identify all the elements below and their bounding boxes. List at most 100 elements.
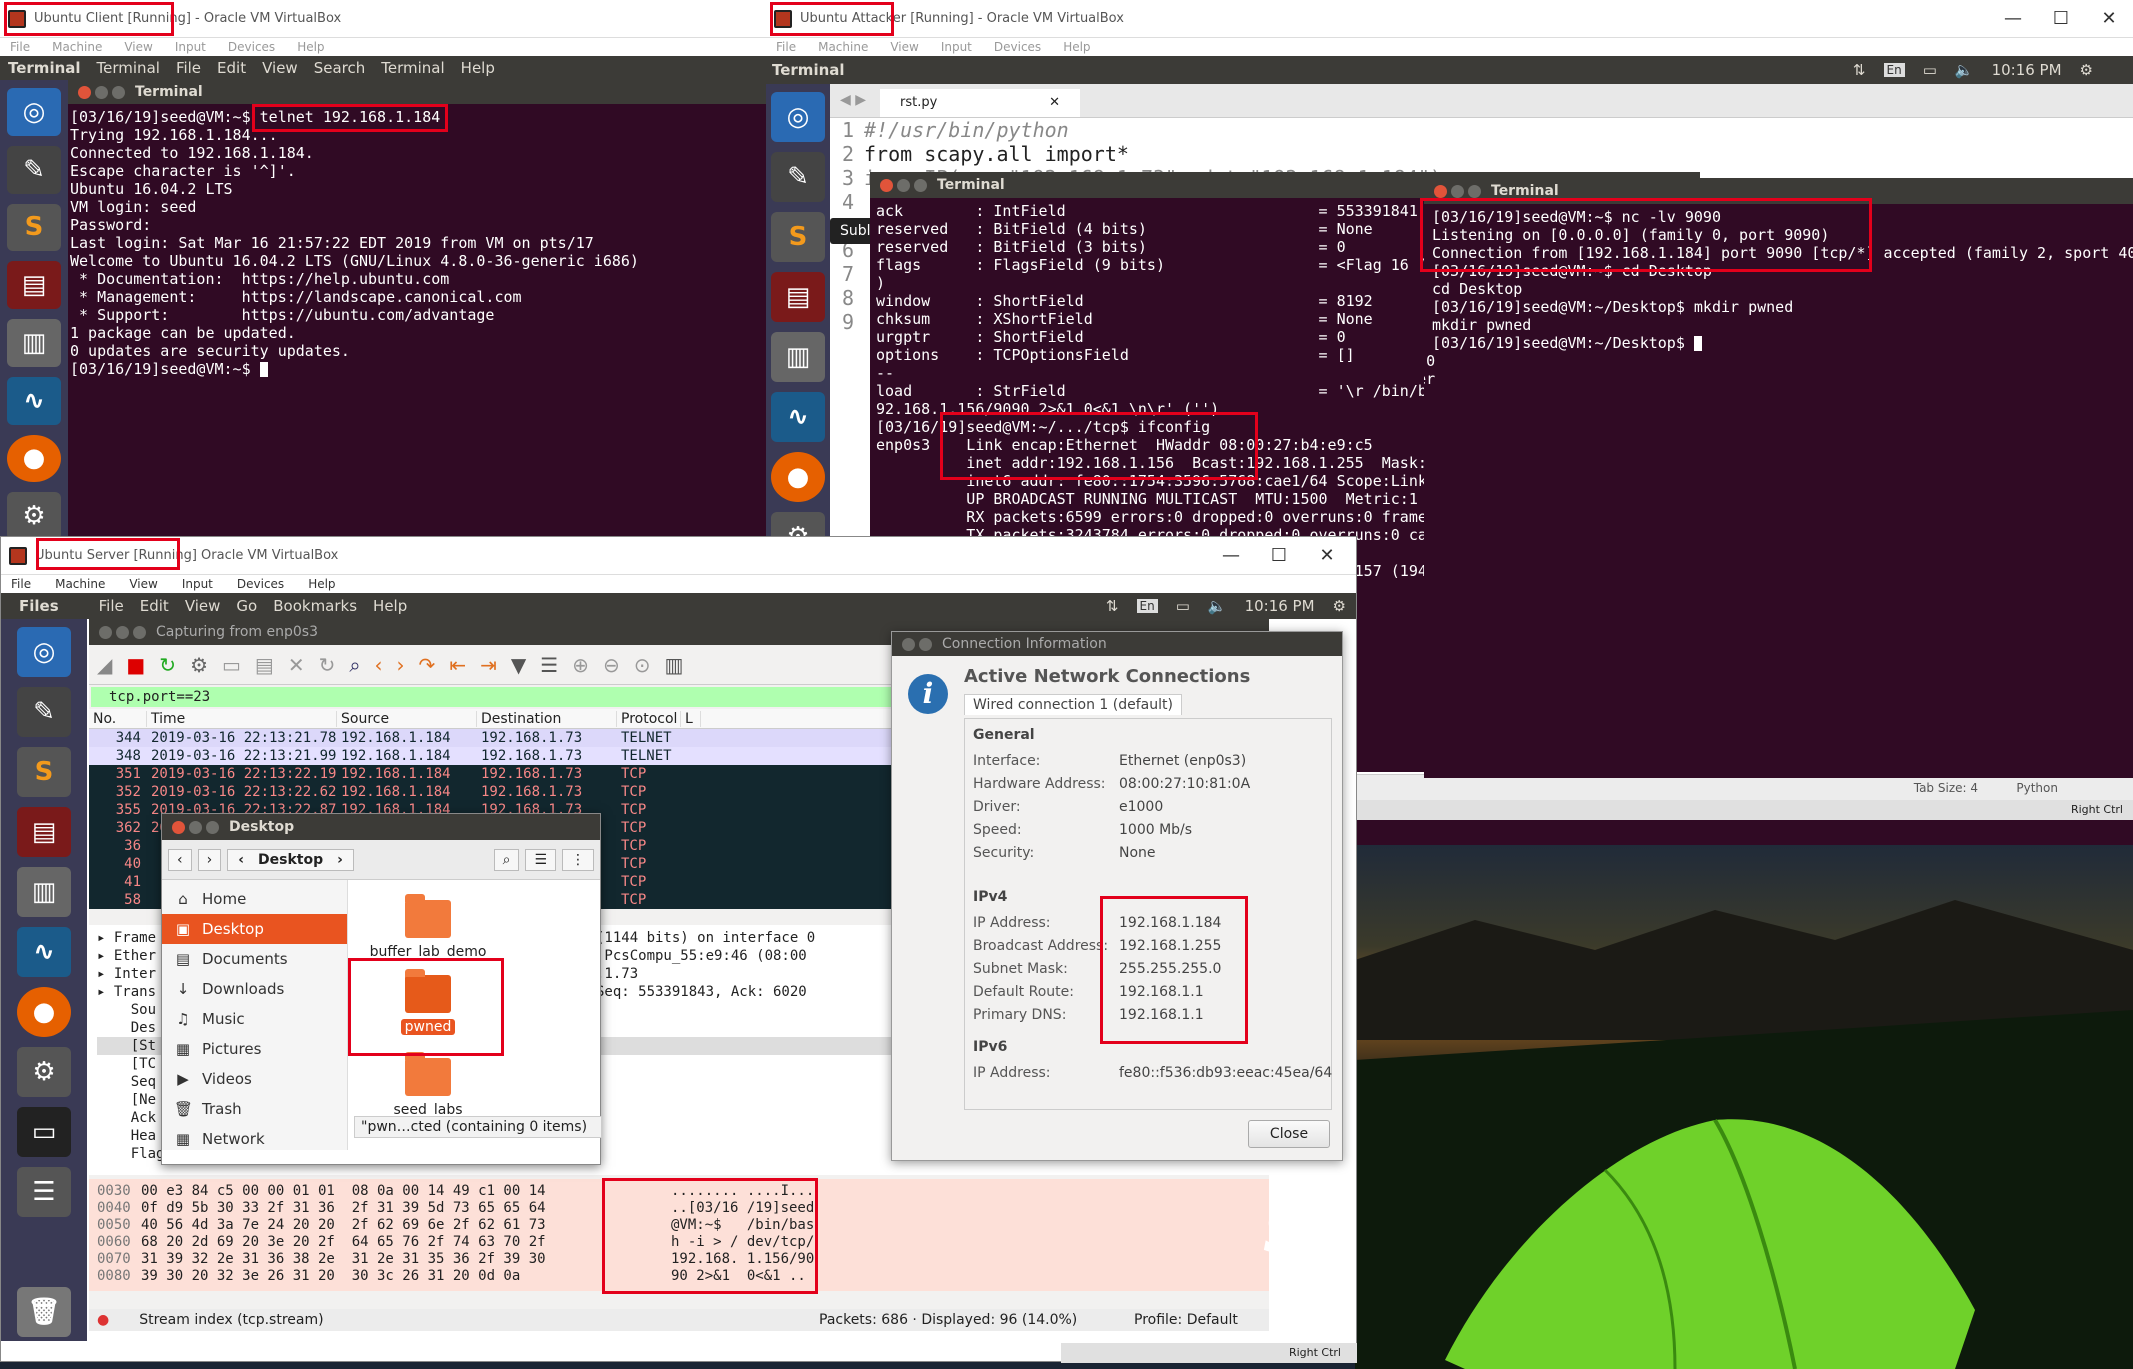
firefox-icon[interactable]: ● [17,987,71,1037]
normal-size-icon[interactable]: ⊙ [634,653,651,677]
files-icon[interactable]: ▥ [7,319,61,367]
column-header[interactable]: Time [147,710,337,727]
terminal-red-icon[interactable]: ▤ [17,807,71,857]
hex-row[interactable]: 0050 40 56 4d 3a 7e 24 20 20 2f 62 69 6e … [97,1217,1269,1234]
folder-seed-labs[interactable]: seed_labs [368,1052,488,1118]
folder-buffer-lab-demo[interactable]: buffer_lab_demo [368,894,488,960]
wifi-icon[interactable]: ☰ [17,1167,71,1217]
open-icon[interactable]: ▭ [222,653,241,677]
keyboard-indicator[interactable]: En [1136,599,1158,613]
files-icon[interactable]: ▥ [771,332,825,382]
panel-clock[interactable]: 10:16 PM [1992,61,2062,79]
expert-info-icon[interactable]: ● [97,1312,109,1328]
tab-size-status[interactable]: Tab Size: 4 [1914,781,1978,795]
terminal-output[interactable]: [03/16/19]seed@VM:~$ telnet 192.168.1.18… [68,104,766,540]
first-packet-icon[interactable]: ⇤ [449,653,466,677]
maximize-icon[interactable] [1468,184,1481,198]
panel-menu-file[interactable]: File [176,59,201,77]
sublime-text-icon[interactable]: S [771,212,825,262]
settings-icon[interactable]: ⚙ [17,1047,71,1097]
maximize-icon[interactable] [914,178,927,192]
sidebar-item-videos[interactable]: ▶ Videos [162,1064,347,1094]
firefox-icon[interactable]: ● [7,434,61,483]
column-header[interactable]: L [681,710,701,727]
folder-pwned[interactable]: pwned [368,969,488,1035]
maximize-button[interactable]: ☐ [2037,0,2085,38]
close-icon[interactable] [880,178,893,192]
sidebar-item-network[interactable]: ▦ Network [162,1124,347,1154]
menu-file[interactable]: File [10,40,30,54]
go-back-icon[interactable]: ‹ [375,653,383,677]
dash-icon[interactable]: ◎ [771,92,825,142]
network-icon[interactable]: ⇅ [1853,61,1866,79]
volume-icon[interactable]: 🔈 [1208,597,1227,615]
panel-clock[interactable]: 10:16 PM [1245,597,1315,615]
tab-wired-connection[interactable]: Wired connection 1 (default) [964,694,1182,715]
minimize-button[interactable]: — [1989,0,2037,38]
go-forward-icon[interactable]: › [397,653,405,677]
hex-row[interactable]: 0080 39 30 20 32 3e 26 31 20 30 3c 26 31 … [97,1268,1269,1285]
packet-bytes[interactable]: 0030 00 e3 84 c5 00 00 01 01 08 0a 00 14 … [89,1179,1269,1291]
minimize-icon[interactable] [189,820,202,834]
back-button[interactable]: ‹ [168,848,192,871]
battery-icon[interactable]: ▭ [1923,61,1937,79]
panel-menu-file[interactable]: File [99,597,124,615]
menu-devices[interactable]: Devices [228,40,275,54]
last-packet-icon[interactable]: ⇥ [480,653,497,677]
tab-rst-py[interactable]: rst.py ✕ [880,89,1080,117]
gear-icon[interactable]: ⚙ [2080,61,2093,79]
column-header[interactable]: Protocol [617,710,681,727]
panel-menu-search[interactable]: Search [314,59,366,77]
menu-machine[interactable]: Machine [818,40,868,54]
tab-nav-icon[interactable]: ◀ ▶ [840,92,866,108]
syntax-status[interactable]: Python [2016,781,2058,795]
hex-row[interactable]: 0040 0f d9 5b 30 33 2f 31 36 2f 31 39 5d … [97,1200,1269,1217]
sublime-text-icon[interactable]: S [7,203,61,252]
close-button[interactable]: ✕ [1303,537,1351,575]
sidebar-item-music[interactable]: ♫ Music [162,1004,347,1034]
menu-input[interactable]: Input [182,577,213,591]
keyboard-indicator[interactable]: En [1883,63,1905,77]
stop-capture-icon[interactable]: ■ [126,653,145,677]
terminal-output[interactable]: [03/16/19]seed@VM:~$ nc -lv 9090 Listenin… [1424,204,2133,778]
autoscroll-icon[interactable]: ▼ [511,653,526,677]
panel-menu-help[interactable]: Help [461,59,495,77]
menu-view[interactable]: View [890,40,918,54]
restart-capture-icon[interactable]: ↻ [159,653,176,677]
find-icon[interactable]: ⌕ [349,653,360,677]
text-editor-icon[interactable]: ✎ [7,145,61,194]
minimize-icon[interactable] [116,625,129,639]
minimize-icon[interactable] [95,85,108,99]
terminal-red-icon[interactable]: ▤ [771,272,825,322]
status-profile[interactable]: Profile: Default [1134,1312,1238,1328]
path-left-arrow-icon[interactable]: ‹ [238,852,244,868]
panel-menu-help[interactable]: Help [373,597,407,615]
close-icon[interactable] [902,637,915,651]
resize-columns-icon[interactable]: ▥ [664,653,683,677]
sidebar-item-desktop[interactable]: ▣ Desktop [162,914,347,944]
dash-icon[interactable]: ◎ [7,88,61,136]
grid-view-icon[interactable]: ⋮ [562,848,594,871]
list-view-icon[interactable]: ☰ [525,848,556,871]
sidebar-item-documents[interactable]: ▤ Documents [162,944,347,974]
menu-view[interactable]: View [129,577,157,591]
panel-menu-view[interactable]: View [262,59,298,77]
menu-machine[interactable]: Machine [55,577,105,591]
minimize-icon[interactable] [897,178,910,192]
text-editor-icon[interactable]: ✎ [17,687,71,737]
code-line[interactable]: 2 from scapy.all import* [830,142,1442,166]
forward-button[interactable]: › [197,848,222,871]
panel-menu-terminal2[interactable]: Terminal [381,59,444,77]
menu-input[interactable]: Input [941,40,972,54]
search-icon[interactable]: ⌕ [493,848,520,871]
hex-row[interactable]: 0060 68 20 2d 69 20 3e 20 2f 64 65 76 2f … [97,1234,1269,1251]
save-icon[interactable]: ▤ [255,653,274,677]
menu-help[interactable]: Help [1063,40,1090,54]
wireshark-icon[interactable]: ∿ [17,927,71,977]
menu-devices[interactable]: Devices [237,577,284,591]
maximize-button[interactable]: ☐ [1255,537,1303,575]
go-to-packet-icon[interactable]: ↷ [419,653,436,677]
minimize-icon[interactable] [919,637,932,651]
volume-icon[interactable]: 🔈 [1955,61,1974,79]
gear-icon[interactable]: ⚙ [1333,597,1346,615]
